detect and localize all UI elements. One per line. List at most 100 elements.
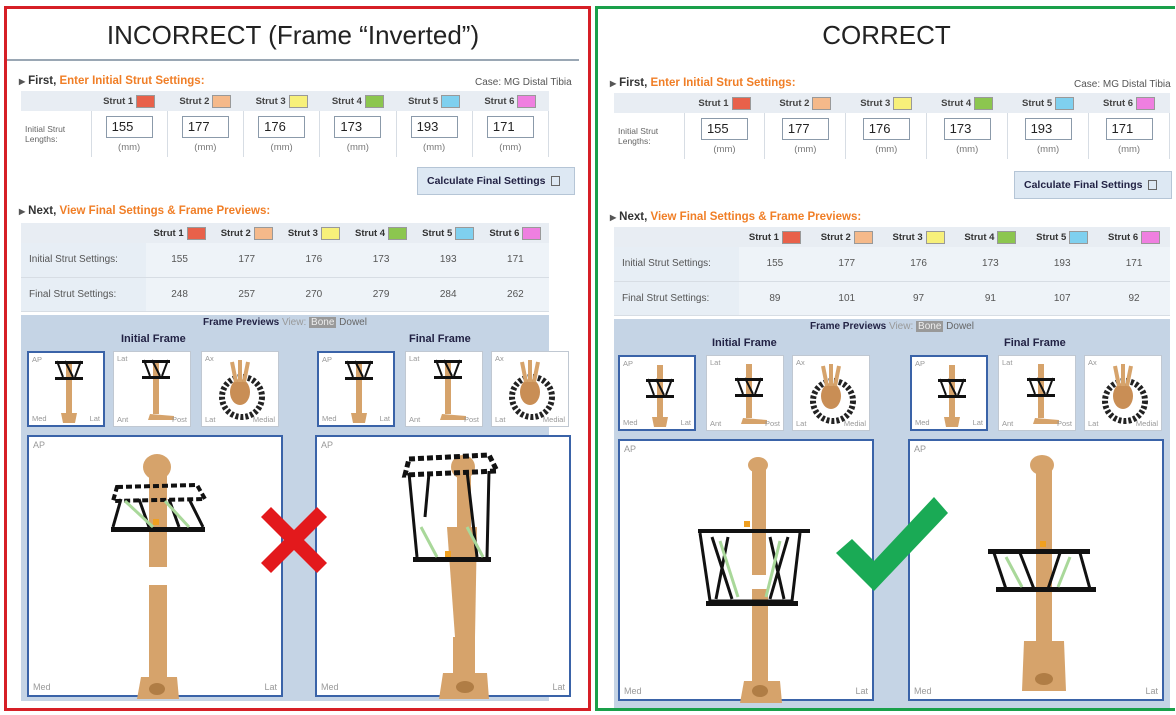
frame-thumbnail[interactable]: Lat Ant Post [998,355,1076,431]
unit-label: (mm) [875,143,898,155]
strut-header-6: Strut 6 [1088,93,1170,113]
final-setting-cell: 248 [146,277,214,312]
final-settings-table: Strut 1 Strut 2 Strut 3 Strut 4 Strut 5 Strut… [614,227,1170,316]
incorrect-panel: INCORRECT (Frame “Inverted”) ▶ First, Ent… [4,6,591,711]
final-setting-cell: 97 [882,281,955,316]
final-setting-cell: 92 [1098,281,1170,316]
frame-thumbnail[interactable]: AP Med Lat [27,351,105,427]
strut-color-swatch [1136,96,1156,110]
strut-header-6: Strut 6 [1098,227,1170,247]
calculator-icon [551,176,561,187]
frame-thumbnail[interactable]: Ax Lat Medial [491,351,569,427]
final-setting-cell: 262 [481,277,549,312]
strut-color-swatch [522,226,542,240]
strut-length-input-4[interactable]: 173 [943,117,991,140]
initial-setting-cell: 171 [481,243,549,278]
unit-label: (mm) [423,141,446,153]
calculator-icon [1148,180,1158,191]
strut-length-input-4[interactable]: 173 [334,115,382,138]
strut-color-swatch [320,226,340,240]
strut-color-swatch [388,226,408,240]
panel-title: CORRECT [822,20,951,50]
frame-thumbnail[interactable]: AP Med Lat [618,355,696,431]
row-label: Initial Strut Lengths: [614,113,685,159]
strut-color-swatch [812,96,832,110]
view-dowel-toggle[interactable]: Dowel [339,317,367,328]
strut-color-swatch [974,96,994,110]
calculate-final-settings-button[interactable]: Calculate Final Settings [417,167,575,195]
unit-label: (mm) [346,141,369,153]
strut-length-input-3[interactable]: 176 [258,115,306,138]
initial-setting-cell: 193 [1026,247,1099,282]
frame-previews-header: Frame Previews View: Bone Dowel [203,317,367,328]
strut-header-3: Strut 3 [243,91,320,111]
strut-length-input-2[interactable]: 177 [181,115,229,138]
initial-setting-cell: 177 [810,247,883,282]
final-setting-cell: 270 [280,277,348,312]
strut-length-input-1[interactable]: 155 [700,117,748,140]
row-label: Initial Strut Settings: [614,247,739,282]
frame-thumbnail[interactable]: Lat Ant Post [113,351,191,427]
strut-color-swatch [893,96,913,110]
strut-header-4: Strut 4 [347,223,415,243]
strut-header-3: Strut 3 [845,93,927,113]
calculate-final-settings-button[interactable]: Calculate Final Settings [1014,171,1172,199]
view-bone-toggle[interactable]: Bone [916,321,944,332]
triangle-right-icon: ▶ [19,207,26,216]
strut-input-cell: 173 (mm) [319,111,397,157]
strut-input-cell: 171 (mm) [472,111,550,157]
frame-thumbnail[interactable]: Ax Lat Medial [201,351,279,427]
frame-thumbnail[interactable]: Ax Lat Medial [1084,355,1162,431]
frame-thumbnail[interactable]: Lat Ant Post [706,355,784,431]
frame-thumbnail[interactable]: Lat Ant Post [405,351,483,427]
frame-previews-header: Frame Previews View: Bone Dowel [810,321,974,332]
frame-thumbnail[interactable]: AP Med Lat [910,355,988,431]
strut-length-input-6[interactable]: 171 [486,115,534,138]
final-setting-cell: 279 [347,277,415,312]
final-setting-cell: 257 [213,277,281,312]
strut-header-3: Strut 3 [280,223,348,243]
strut-color-swatch [1069,230,1089,244]
strut-color-swatch [212,94,232,108]
strut-color-swatch [781,230,801,244]
strut-length-input-2[interactable]: 177 [781,117,829,140]
case-info: Case: MG Distal Tibia [1074,79,1171,90]
strut-length-input-1[interactable]: 155 [105,115,153,138]
initial-setting-cell: 193 [414,243,482,278]
final-frame-label: Final Frame [1004,337,1066,349]
frame-thumbnail[interactable]: Ax Lat Medial [792,355,870,431]
initial-strut-table: Strut 1 Strut 2 Strut 3 Strut 4 Strut 5 Strut… [21,91,550,157]
strut-color-swatch [288,94,308,108]
strut-length-input-5[interactable]: 193 [1024,117,1072,140]
initial-setting-cell: 155 [146,243,214,278]
final-setting-cell: 91 [954,281,1027,316]
checkmark-icon [836,497,948,591]
strut-header-1: Strut 1 [91,91,168,111]
strut-length-input-6[interactable]: 171 [1105,117,1153,140]
row-label: Initial Strut Lengths: [21,111,92,157]
strut-header-1: Strut 1 [684,93,765,113]
initial-setting-cell: 176 [280,243,348,278]
initial-frame-label: Initial Frame [121,333,186,345]
strut-length-input-5[interactable]: 193 [410,115,458,138]
initial-frame-label: Initial Frame [712,337,777,349]
final-setting-cell: 107 [1026,281,1099,316]
triangle-right-icon: ▶ [610,79,617,88]
frame-thumbnail[interactable]: AP Med Lat [317,351,395,427]
strut-color-swatch [997,230,1017,244]
strut-length-input-3[interactable]: 176 [862,117,910,140]
initial-setting-cell: 171 [1098,247,1170,282]
strut-input-cell: 193 (mm) [1007,113,1090,159]
strut-header-3: Strut 3 [882,227,955,247]
strut-input-cell: 177 (mm) [764,113,847,159]
view-dowel-toggle[interactable]: Dowel [946,321,974,332]
final-frame-ap-view[interactable]: AP Med Lat [315,435,571,699]
final-setting-cell: 101 [810,281,883,316]
strut-header-6: Strut 6 [481,223,549,243]
initial-frame-ap-view[interactable]: AP Med Lat [27,435,283,699]
unit-label: (mm) [956,143,979,155]
strut-header-4: Strut 4 [319,91,396,111]
view-bone-toggle[interactable]: Bone [309,317,337,328]
strut-color-swatch [455,226,475,240]
strut-color-swatch [517,94,537,108]
